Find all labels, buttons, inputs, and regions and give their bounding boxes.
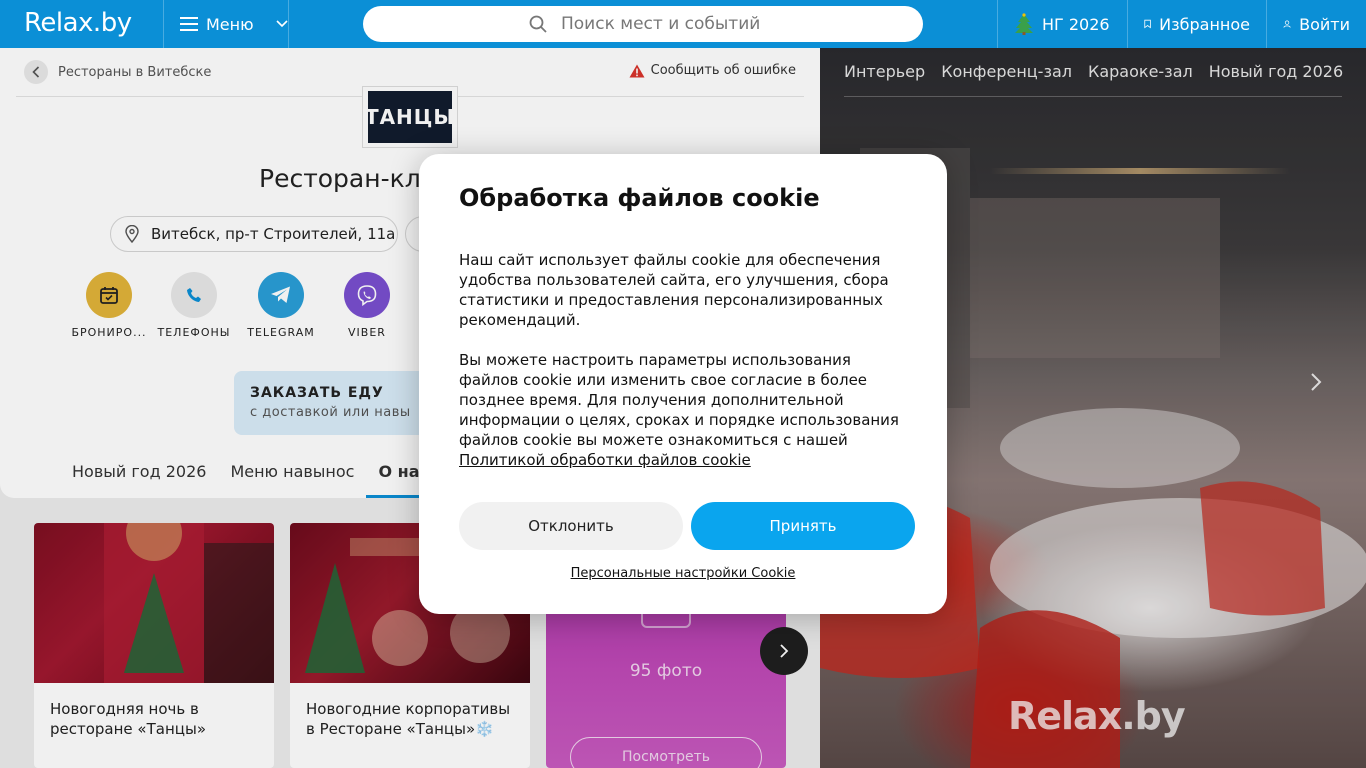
- new-year-label: НГ 2026: [1042, 14, 1110, 34]
- personal-cookie-settings-link[interactable]: Персональные настройки Cookie: [419, 566, 947, 581]
- menu-button[interactable]: Меню: [163, 0, 289, 48]
- favorites-link[interactable]: Избранное: [1127, 0, 1266, 48]
- login-link[interactable]: Войти: [1266, 0, 1366, 48]
- cookie-paragraph-1: Наш сайт использует файлы cookie для обе…: [459, 251, 889, 329]
- hamburger-icon: [180, 17, 198, 31]
- accept-button[interactable]: Принять: [691, 502, 915, 550]
- search-input[interactable]: Поиск мест и событий: [363, 6, 923, 42]
- user-icon: [1283, 20, 1291, 28]
- menu-label: Меню: [206, 14, 254, 34]
- cookie-paragraph-2-text: Вы можете настроить параметры использова…: [459, 351, 899, 449]
- search-placeholder: Поиск мест и событий: [561, 14, 761, 34]
- site-logo[interactable]: Relax.by: [24, 8, 132, 38]
- search-icon: [529, 15, 547, 33]
- top-navigation-bar: Relax.by Меню Поиск мест и событий НГ 20…: [0, 0, 1366, 48]
- christmas-tree-icon: [1015, 13, 1033, 35]
- bookmark-icon: [1144, 19, 1151, 29]
- new-year-link[interactable]: НГ 2026: [997, 0, 1127, 48]
- favorites-label: Избранное: [1159, 14, 1250, 34]
- chevron-down-icon: [276, 20, 288, 28]
- cookie-dialog: Обработка файлов cookie Наш сайт использ…: [419, 154, 947, 614]
- login-label: Войти: [1299, 14, 1350, 34]
- cookie-policy-link[interactable]: Политикой обработки файлов cookie: [459, 451, 751, 469]
- decline-button[interactable]: Отклонить: [459, 502, 683, 550]
- cookie-dialog-title: Обработка файлов cookie: [459, 184, 820, 212]
- cookie-paragraph-2: Вы можете настроить параметры использова…: [459, 350, 909, 470]
